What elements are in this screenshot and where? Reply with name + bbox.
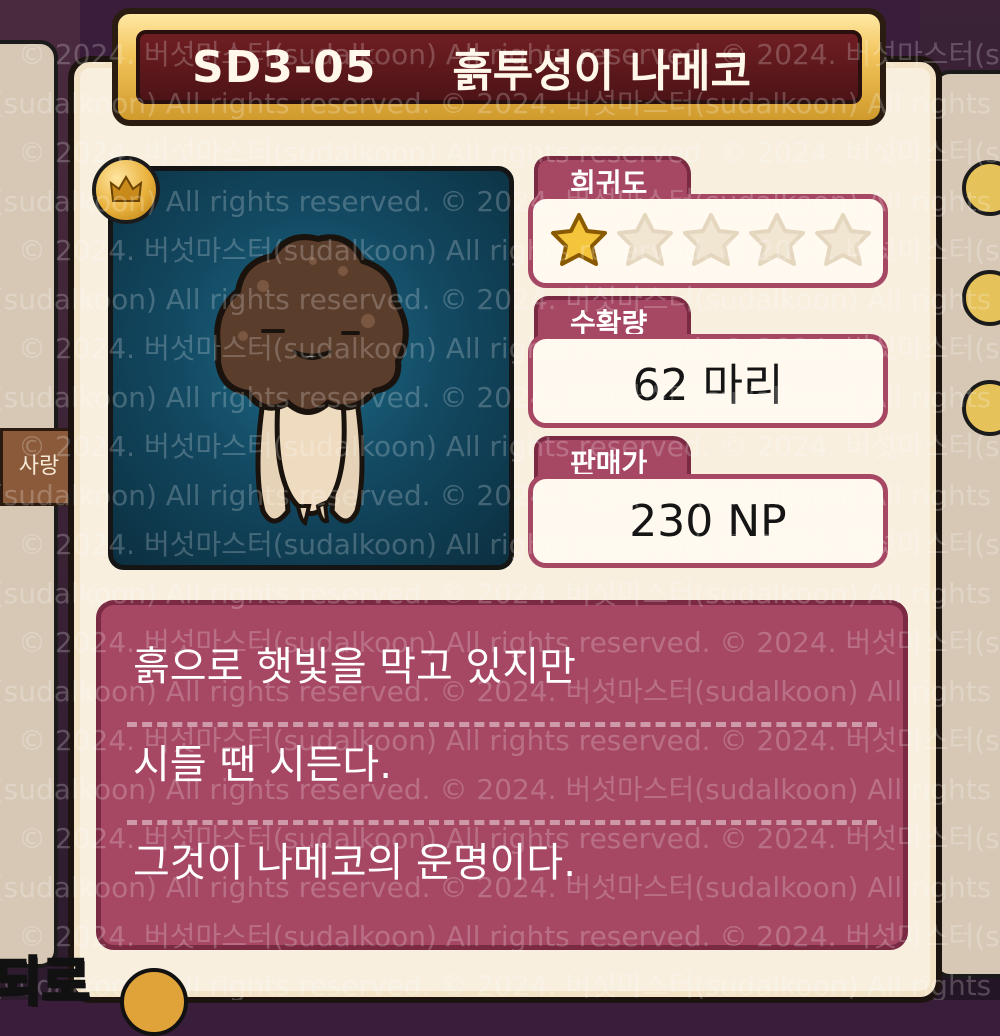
star-empty-icon bbox=[749, 213, 805, 266]
star-empty-icon bbox=[617, 213, 673, 266]
price-value: 230 NP bbox=[629, 495, 787, 547]
corner-label: 되로 bbox=[0, 952, 91, 1015]
star-empty-icon bbox=[683, 213, 739, 266]
description-panel: 흙으로 햇빛을 막고 있지만 시들 땐 시든다. 그것이 나메코의 운명이다. bbox=[96, 600, 908, 950]
star-filled-icon bbox=[551, 213, 607, 266]
description-line: 흙으로 햇빛을 막고 있지만 bbox=[127, 627, 877, 727]
title-plate: SD3-05 흙투성이 나메코 bbox=[136, 30, 862, 104]
price-box: 230 NP bbox=[528, 474, 888, 568]
title-bar: SD3-05 흙투성이 나메코 bbox=[112, 8, 886, 126]
rank-badge bbox=[92, 156, 160, 224]
orb-icon bbox=[120, 968, 188, 1036]
muddy-nameko-illustration bbox=[214, 234, 409, 526]
mushroom-portrait bbox=[108, 166, 514, 570]
harvest-value: 62 마리 bbox=[632, 360, 784, 411]
crown-icon bbox=[109, 175, 143, 202]
card-name: 흙투성이 나메코 bbox=[452, 46, 752, 97]
card-code: SD3-05 bbox=[192, 41, 377, 93]
description-line: 시들 땐 시든다. bbox=[127, 725, 877, 825]
rarity-stars bbox=[533, 209, 883, 273]
harvest-box: 62 마리 bbox=[528, 334, 888, 428]
star-empty-icon bbox=[815, 213, 871, 266]
left-side-tab[interactable]: 사랑 bbox=[0, 428, 78, 506]
rarity-box bbox=[528, 194, 888, 288]
description-line: 그것이 나메코의 운명이다. bbox=[133, 840, 576, 886]
